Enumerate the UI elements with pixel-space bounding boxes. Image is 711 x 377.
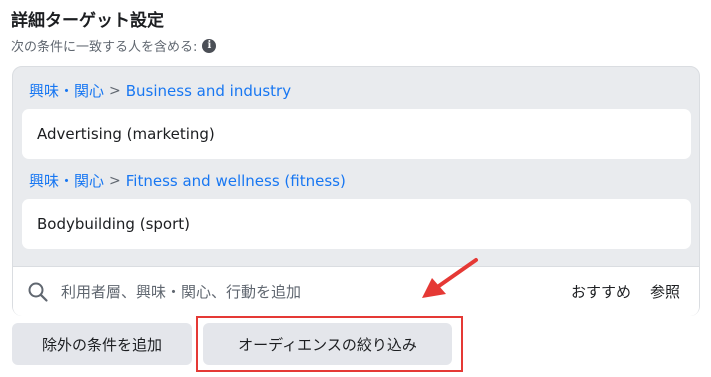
- interest-item[interactable]: Bodybuilding (sport): [22, 199, 691, 249]
- recommendations-link[interactable]: おすすめ: [571, 281, 631, 302]
- search-bar: おすすめ 参照: [13, 266, 699, 316]
- arrow-annotation: [422, 258, 478, 298]
- add-exclusion-button[interactable]: 除外の条件を追加: [12, 323, 192, 365]
- breadcrumb: 興味・関心 > Fitness and wellness (fitness): [29, 170, 346, 191]
- browse-link[interactable]: 参照: [650, 281, 680, 302]
- breadcrumb-category[interactable]: 興味・関心: [29, 80, 104, 101]
- info-icon[interactable]: i: [202, 38, 217, 53]
- breadcrumb-separator: >: [109, 172, 121, 189]
- interest-item[interactable]: Advertising (marketing): [22, 109, 691, 159]
- subtitle-text: 次の条件に一致する人を含める:: [11, 40, 198, 55]
- search-icon: [28, 282, 48, 302]
- breadcrumb: 興味・関心 > Business and industry: [29, 80, 291, 101]
- breadcrumb-subcategory[interactable]: Fitness and wellness (fitness): [126, 172, 346, 190]
- highlight-frame: [196, 316, 463, 372]
- section-title: 詳細ターゲット設定: [11, 11, 164, 31]
- breadcrumb-subcategory[interactable]: Business and industry: [126, 82, 291, 100]
- breadcrumb-separator: >: [109, 82, 121, 99]
- section-subtitle: 次の条件に一致する人を含める: i: [11, 36, 217, 55]
- targeting-box: 興味・関心 > Business and industry Advertisin…: [12, 66, 700, 316]
- breadcrumb-category[interactable]: 興味・関心: [29, 170, 104, 191]
